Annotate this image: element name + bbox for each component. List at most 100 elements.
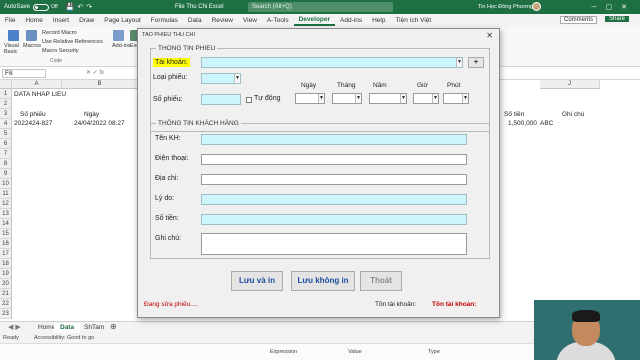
thoat-button[interactable]: Thoát xyxy=(360,271,402,291)
so-phieu-input[interactable] xyxy=(201,94,241,105)
column-header-j[interactable]: J xyxy=(540,80,600,89)
add-ins-button[interactable]: Add-ins xyxy=(112,43,131,49)
row-header[interactable]: 10 xyxy=(0,179,12,189)
nam-select[interactable]: ▼ xyxy=(369,93,407,104)
row-header[interactable]: 1 xyxy=(0,89,12,99)
macros-icon[interactable] xyxy=(26,30,37,41)
tab-view[interactable]: View xyxy=(238,17,262,24)
cell-j4[interactable]: ABC xyxy=(540,119,553,129)
quick-access-icons[interactable]: 💾↶↷ xyxy=(66,3,95,11)
row-header[interactable]: 8 xyxy=(0,159,12,169)
luu-va-in-button[interactable]: Lưu và in xyxy=(231,271,283,291)
relative-references-button[interactable]: Use Relative References xyxy=(42,39,103,45)
row-header[interactable]: 12 xyxy=(0,199,12,209)
row-header[interactable]: 9 xyxy=(0,169,12,179)
user-name: Tin Học Đông Phương xyxy=(478,4,534,10)
search-box[interactable]: Search (Alt+Q) xyxy=(248,2,393,12)
tab-add-ins[interactable]: Add-ins xyxy=(335,17,367,24)
chevron-down-icon[interactable]: ▼ xyxy=(462,94,468,103)
sheet-nav-icons[interactable]: ◀ ▶ xyxy=(8,323,21,331)
tab-review[interactable]: Review xyxy=(207,17,238,24)
ly-do-input[interactable] xyxy=(201,194,467,205)
row-header[interactable]: 19 xyxy=(0,269,12,279)
formula-icons[interactable]: ✕ ✓ fx xyxy=(86,69,104,76)
chevron-down-icon[interactable]: ▼ xyxy=(355,94,361,103)
name-box[interactable]: F8 xyxy=(2,69,46,78)
avatar[interactable] xyxy=(532,2,541,11)
tab-insert[interactable]: Insert xyxy=(48,17,74,24)
window-controls[interactable]: ─▢✕ xyxy=(592,3,636,11)
chevron-down-icon[interactable]: ▼ xyxy=(234,74,240,83)
column-header-b[interactable]: B xyxy=(62,80,138,89)
ten-kh-input[interactable] xyxy=(201,134,467,145)
ngay-label: Ngày xyxy=(301,82,317,89)
cell-b4[interactable]: 24/04/2022 08:27 xyxy=(74,119,125,129)
macros-button[interactable]: Macros xyxy=(23,43,41,49)
row-header[interactable]: 23 xyxy=(0,309,12,319)
record-macro-button[interactable]: Record Macro xyxy=(42,30,77,36)
chevron-down-icon[interactable]: ▼ xyxy=(432,94,438,103)
tab-file[interactable]: File xyxy=(0,17,20,24)
ghi-chu-textarea[interactable] xyxy=(201,233,467,255)
tu-dong-checkbox[interactable] xyxy=(246,97,252,103)
visual-basic-icon[interactable] xyxy=(8,30,19,41)
so-tien-input[interactable] xyxy=(201,214,467,225)
autosave-toggle[interactable] xyxy=(33,3,50,11)
file-title: File Thu Chi Excel xyxy=(175,4,224,10)
dien-thoai-input[interactable] xyxy=(201,154,467,165)
tab-formulas[interactable]: Formulas xyxy=(146,17,183,24)
luu-khong-in-button[interactable]: Lưu không in xyxy=(291,271,355,291)
tab-page-layout[interactable]: Page Layout xyxy=(99,17,146,24)
row-header[interactable]: 16 xyxy=(0,239,12,249)
tab-developer[interactable]: Developer xyxy=(293,15,336,26)
add-account-button[interactable]: + xyxy=(468,57,484,68)
tab-data[interactable]: Data xyxy=(183,17,207,24)
visual-basic-button[interactable]: Visual Basic xyxy=(4,43,24,55)
close-icon[interactable]: ✕ xyxy=(486,31,493,40)
row-header[interactable]: 7 xyxy=(0,149,12,159)
row-header[interactable]: 2 xyxy=(0,99,12,109)
column-header-a[interactable]: A xyxy=(12,80,62,89)
dia-chi-input[interactable] xyxy=(201,174,467,185)
chevron-down-icon[interactable]: ▼ xyxy=(456,58,462,67)
tab-help[interactable]: Help xyxy=(367,17,390,24)
phut-select[interactable]: ▼ xyxy=(443,93,469,104)
share-button[interactable]: Share xyxy=(605,16,630,22)
row-header[interactable]: 5 xyxy=(0,129,12,139)
row-header[interactable]: 20 xyxy=(0,279,12,289)
select-all-corner[interactable] xyxy=(0,80,12,89)
status-accessibility[interactable]: Accessibility: Good to go xyxy=(34,333,94,343)
tai-khoan-combobox[interactable]: ▼ xyxy=(201,57,463,68)
gio-select[interactable]: ▼ xyxy=(413,93,439,104)
row-header[interactable]: 11 xyxy=(0,189,12,199)
comments-button[interactable]: Comments xyxy=(560,16,598,24)
row-header[interactable]: 22 xyxy=(0,299,12,309)
tab-home[interactable]: Home xyxy=(20,17,47,24)
row-header[interactable]: 3 xyxy=(0,109,12,119)
tab-a-tools[interactable]: A-Tools xyxy=(262,17,294,24)
cell-a4[interactable]: 2022424-827 xyxy=(14,119,52,129)
row-header[interactable]: 13 xyxy=(0,209,12,219)
row-header[interactable]: 15 xyxy=(0,229,12,239)
ngay-select[interactable]: ▼ xyxy=(295,93,325,104)
cell-a1[interactable]: DATA NHAP LIEU xyxy=(14,90,66,100)
chevron-down-icon[interactable]: ▼ xyxy=(318,94,324,103)
tab-tien-ich-viet[interactable]: Tiện ích Việt xyxy=(390,17,436,24)
loai-phieu-combobox[interactable]: ▼ xyxy=(201,73,241,84)
row-header[interactable]: 4 xyxy=(0,119,12,129)
sheet-tab-shtam[interactable]: ShTam xyxy=(78,323,110,333)
row-header[interactable]: 6 xyxy=(0,139,12,149)
chevron-down-icon[interactable]: ▼ xyxy=(400,94,406,103)
macro-security-button[interactable]: Macro Security xyxy=(42,48,79,54)
cell-j3[interactable]: Ghi chú xyxy=(562,110,584,120)
thang-select[interactable]: ▼ xyxy=(332,93,362,104)
row-header[interactable]: 21 xyxy=(0,289,12,299)
row-header[interactable]: 17 xyxy=(0,249,12,259)
row-header[interactable]: 18 xyxy=(0,259,12,269)
tab-draw[interactable]: Draw xyxy=(74,17,99,24)
add-ins-icon[interactable] xyxy=(113,30,124,41)
presenter-hair xyxy=(572,310,600,322)
cell-i4[interactable]: 1,500,000 xyxy=(508,119,537,129)
add-sheet-icon[interactable]: ⊕ xyxy=(110,322,117,331)
row-header[interactable]: 14 xyxy=(0,219,12,229)
